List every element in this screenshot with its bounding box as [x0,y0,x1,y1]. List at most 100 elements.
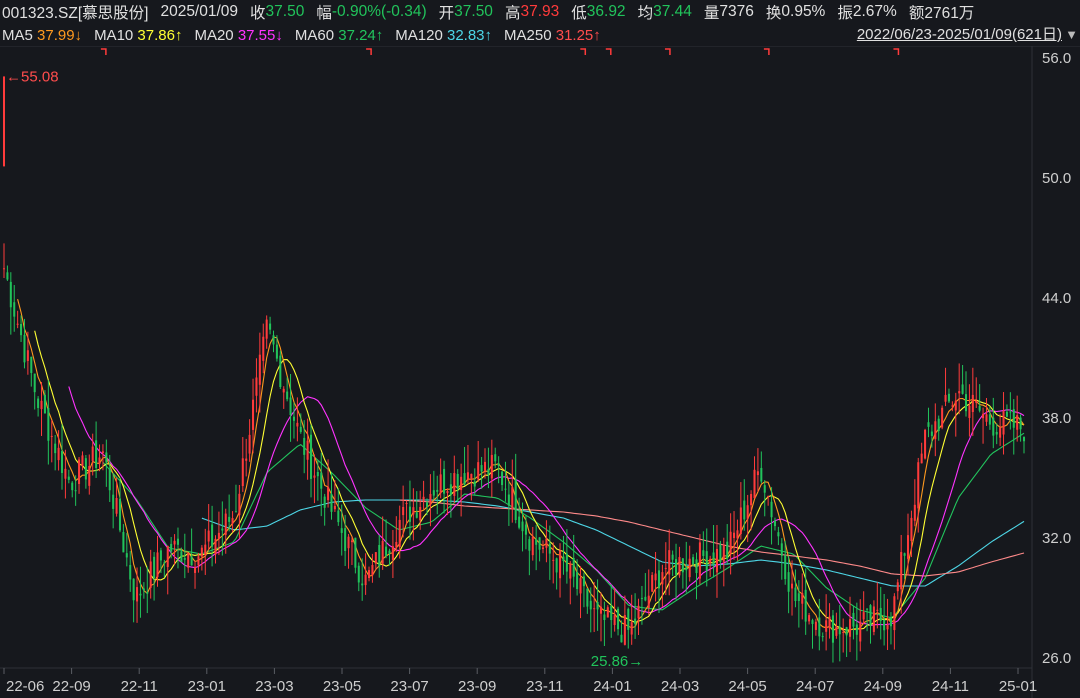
candle-body [869,605,872,626]
candle-body [576,572,579,590]
candle-body [794,587,797,602]
y-axis-ticks: 56.0 50.0 44.0 38.0 32.0 26.0 [1042,50,1071,667]
candle-body [524,524,527,535]
candle-body [425,502,429,507]
candle-body [146,592,149,594]
candle-body [1016,415,1019,430]
candle-body [340,528,343,533]
candle-body [132,578,135,601]
dropdown-arrow-icon[interactable]: ▼ [1065,24,1078,46]
volume-value: 7376 [719,3,754,20]
candle-body [900,552,903,590]
candle-body [432,490,435,496]
candle-body [272,335,275,345]
amplitude-value: 2.67% [852,3,897,20]
candle-body [784,555,787,580]
candle-body [756,471,759,476]
candle-body [555,558,558,573]
candle-body [473,481,476,487]
candle-body [238,493,241,516]
candle-body [234,511,237,513]
ma-line-ma10 [34,330,1025,631]
candle-body [385,546,388,556]
candle-body [780,543,783,556]
candle-body [811,620,814,625]
candle-body [255,377,258,396]
candle-body [849,619,852,637]
quote-date: 2025/01/09 [160,3,239,20]
x-tick-label: 24-11 [932,678,969,695]
candle-body [153,556,156,579]
x-axis-ticks: 22-06 22-09 22-11 23-01 23-03 23-05 23-07 23-09… [3,668,1037,695]
candle-body [791,583,794,589]
candle-body [449,484,452,495]
candle-body [16,323,19,325]
avg-label: 均 [637,5,654,22]
candle-body [286,391,289,400]
candle-body [361,583,364,586]
candle-body [6,272,9,280]
candle-body [323,496,326,508]
candle-body [163,562,166,564]
ma250-value: 31.25↑ [555,26,601,44]
x-tick-label: 22-06 [6,678,44,695]
candle-body [630,622,633,635]
candle-body [883,619,886,631]
low-label: 低 [571,5,587,22]
candle-body [985,414,988,422]
candle-body [941,407,944,428]
candle-body [1022,437,1026,442]
candle-body [541,547,545,550]
ma250-label: MA250 [504,26,552,44]
candle-body [23,334,26,363]
candle-body [593,608,596,610]
ma10-label: MA10 [94,26,134,44]
candle-body [299,426,302,432]
candle-body [651,575,654,592]
candle-body [702,550,705,557]
candle-body [81,455,84,467]
open-label: 开 [438,5,455,22]
event-marker-icon[interactable] [893,48,900,55]
candle-body [934,421,937,440]
event-marker-icon[interactable] [100,48,107,55]
candle-body [586,588,589,607]
x-tick-label: 24-01 [593,678,631,695]
candles [2,243,1026,663]
candle-body [733,532,736,539]
candle-body [101,451,104,453]
candlestick-chart[interactable]: 56.0 50.0 44.0 38.0 32.0 26.0 22-06 22-09 22-11… [0,46,1080,698]
candle-body [521,521,524,532]
x-tick-label: 24-07 [796,678,834,695]
candle-body [320,472,323,489]
event-marker-icon[interactable] [664,48,671,55]
candle-body [763,485,766,493]
event-marker-icon[interactable] [605,48,612,55]
event-marker-icon[interactable] [580,48,587,55]
candle-body [204,544,207,556]
candle-body [709,558,712,564]
candle-body [995,431,998,435]
candle-body [876,609,879,611]
x-tick-label: 23-05 [323,678,361,695]
candle-body [456,473,459,489]
date-range-selector[interactable]: 2022/06/23-2025/01/09(621日) [857,24,1062,46]
candle-body [954,400,957,411]
event-marker-icon[interactable] [763,48,770,55]
annotations: ←55.08 25.86→ [3,48,900,670]
candle-body [262,336,265,361]
ma120-label: MA120 [395,26,443,44]
candle-body [951,405,954,407]
candle-body [95,440,98,468]
candle-body [402,506,405,516]
candle-body [545,538,548,548]
candle-body [903,553,906,556]
open-value: 37.50 [454,3,493,20]
min-price-label: 25.86→ [591,653,644,670]
candle-body [596,601,599,610]
candle-body [535,539,538,545]
candle-body [67,476,70,480]
candle-body [944,394,947,402]
turnover-value: 0.95% [781,3,826,20]
event-marker-icon[interactable] [366,48,372,55]
